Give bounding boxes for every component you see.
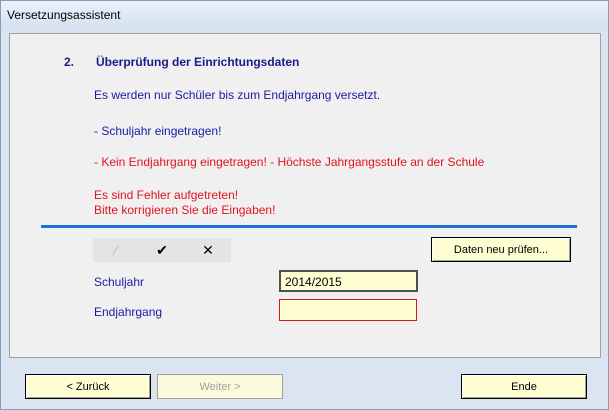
schuljahr-label: Schuljahr — [94, 275, 145, 289]
cancel-x-icon[interactable]: ✕ — [185, 238, 231, 262]
ok-message: - Schuljahr eingetragen! — [94, 124, 222, 138]
wizard-content: 2. Überprüfung der Einrichtungsdaten Es w… — [9, 33, 601, 358]
endjahrgang-field[interactable] — [279, 299, 417, 321]
schuljahr-field[interactable]: 2014/2015 — [279, 270, 418, 292]
edit-toolbar: ⁄ ✔ ✕ — [93, 238, 231, 262]
window-title: Versetzungsassistent — [7, 8, 121, 22]
info-text: Es werden nur Schüler bis zum Endjahrgan… — [94, 88, 381, 102]
back-button[interactable]: < Zurück — [25, 374, 151, 399]
end-button[interactable]: Ende — [461, 374, 587, 399]
separator-line — [41, 225, 577, 228]
wizard-window: Versetzungsassistent 2. Überprüfung der E… — [0, 0, 609, 410]
edit-icon[interactable]: ⁄ — [93, 238, 139, 262]
confirm-check-icon[interactable]: ✔ — [139, 238, 185, 262]
recheck-data-button[interactable]: Daten neu prüfen... — [431, 237, 571, 262]
error-instruction: Bitte korrigieren Sie die Eingaben! — [94, 203, 276, 217]
step-number: 2. — [64, 55, 75, 69]
next-button[interactable]: Weiter > — [157, 374, 283, 399]
endjahrgang-label: Endjahrgang — [94, 305, 163, 319]
error-message-endjahrgang: - Kein Endjahrgang eingetragen! - Höchst… — [94, 155, 485, 169]
step-heading: 2. Überprüfung der Einrichtungsdaten — [64, 55, 299, 69]
title-bar: Versetzungsassistent — [1, 1, 608, 31]
step-title: Überprüfung der Einrichtungsdaten — [96, 55, 300, 69]
error-summary: Es sind Fehler aufgetreten! — [94, 188, 239, 202]
